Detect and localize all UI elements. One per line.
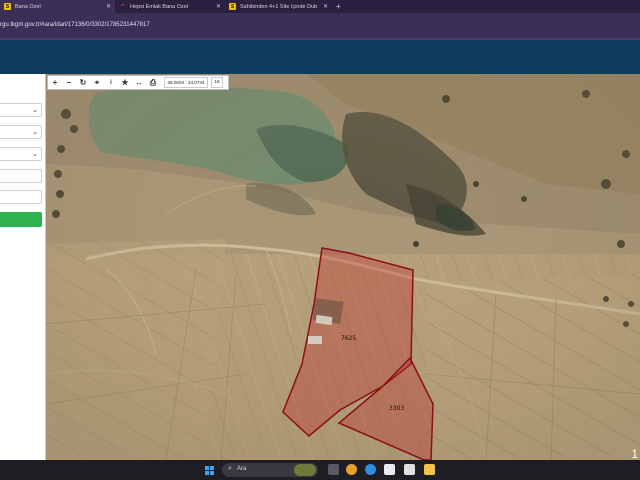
locate-icon[interactable]: ⌖ <box>90 76 104 89</box>
info-icon[interactable]: i <box>104 76 118 89</box>
query-button[interactable] <box>0 212 42 227</box>
calendar-icon[interactable] <box>404 464 415 475</box>
map-toolbar: + − ↻ ⌖ i ★ ↔ ⎙ 39.0004 : 34.0734 16 <box>47 75 229 90</box>
sahibinden-s-icon: S <box>4 3 11 10</box>
sahibinden-s-icon: S <box>229 3 236 10</box>
screen: S Bana Özel ✕ ⌃ Hepsi Emlak Bana Özel ✕ … <box>0 0 640 480</box>
app-header <box>0 40 640 74</box>
browser-tab-strip: S Bana Özel ✕ ⌃ Hepsi Emlak Bana Özel ✕ … <box>0 0 640 13</box>
url-text[interactable]: rgu.tkgm.gov.tr/#ara/idari/17136/0/3302/… <box>0 22 150 28</box>
measure-icon[interactable]: ↔ <box>132 76 146 89</box>
chevron-down-icon: ⌄ <box>32 151 38 158</box>
address-bar[interactable]: rgu.tkgm.gov.tr/#ara/idari/17136/0/3302/… <box>0 13 640 38</box>
search-text: Ara <box>237 466 247 472</box>
new-tab-button[interactable]: + <box>332 0 345 13</box>
satellite-map[interactable] <box>46 74 640 460</box>
zoom-level: 16 <box>211 77 223 88</box>
close-icon[interactable]: ✕ <box>106 3 111 10</box>
hepsiemlak-icon: ⌃ <box>119 3 126 11</box>
search-panel: ⌄ ⌄ ⌄ <box>0 74 46 460</box>
close-icon[interactable]: ✕ <box>216 3 221 10</box>
chevron-down-icon: ⌄ <box>32 129 38 136</box>
refresh-icon[interactable]: ↻ <box>76 76 90 89</box>
block-number-input[interactable] <box>0 169 42 183</box>
file-explorer-icon[interactable] <box>424 464 435 475</box>
chrome-icon[interactable] <box>346 464 357 475</box>
zoom-in-button[interactable]: + <box>48 76 62 89</box>
district-select[interactable]: ⌄ <box>0 125 42 139</box>
taskbar <box>0 460 640 480</box>
windows-start-icon[interactable] <box>205 466 214 475</box>
tab-label: Bana Özel <box>15 3 41 10</box>
taskbar-search[interactable]: ⌕ Ara <box>222 463 318 477</box>
province-select[interactable]: ⌄ <box>0 103 42 117</box>
search-highlight-icon <box>294 464 316 476</box>
star-icon[interactable]: ★ <box>118 76 132 89</box>
coordinate-readout: 39.0004 : 34.0734 <box>164 77 208 88</box>
neighborhood-select[interactable]: ⌄ <box>0 147 42 161</box>
chevron-down-icon: ⌄ <box>32 107 38 114</box>
edge-icon[interactable] <box>365 464 376 475</box>
search-icon: ⌕ <box>228 465 232 472</box>
parcel-label: 7625 <box>341 335 357 342</box>
photos-icon[interactable] <box>384 464 395 475</box>
map-edge-text: 1 <box>631 447 638 461</box>
tab-label: Hepsi Emlak Bana Özel <box>130 3 189 10</box>
browser-tab-1[interactable]: S Bana Özel ✕ <box>0 0 115 13</box>
browser-tab-3[interactable]: S Sahibinden 4+1 Site İçinde Dub ✕ <box>225 0 332 13</box>
map-view[interactable] <box>46 74 640 460</box>
print-icon[interactable]: ⎙ <box>146 76 160 89</box>
parcel-number-input[interactable] <box>0 190 42 204</box>
zoom-out-button[interactable]: − <box>62 76 76 89</box>
close-icon[interactable]: ✕ <box>323 3 328 10</box>
parcel-label: 3303 <box>389 405 405 412</box>
browser-tab-2[interactable]: ⌃ Hepsi Emlak Bana Özel ✕ <box>115 0 225 13</box>
tab-label: Sahibinden 4+1 Site İçinde Dub <box>240 3 318 10</box>
building <box>308 336 322 344</box>
task-view-icon[interactable] <box>328 464 339 475</box>
